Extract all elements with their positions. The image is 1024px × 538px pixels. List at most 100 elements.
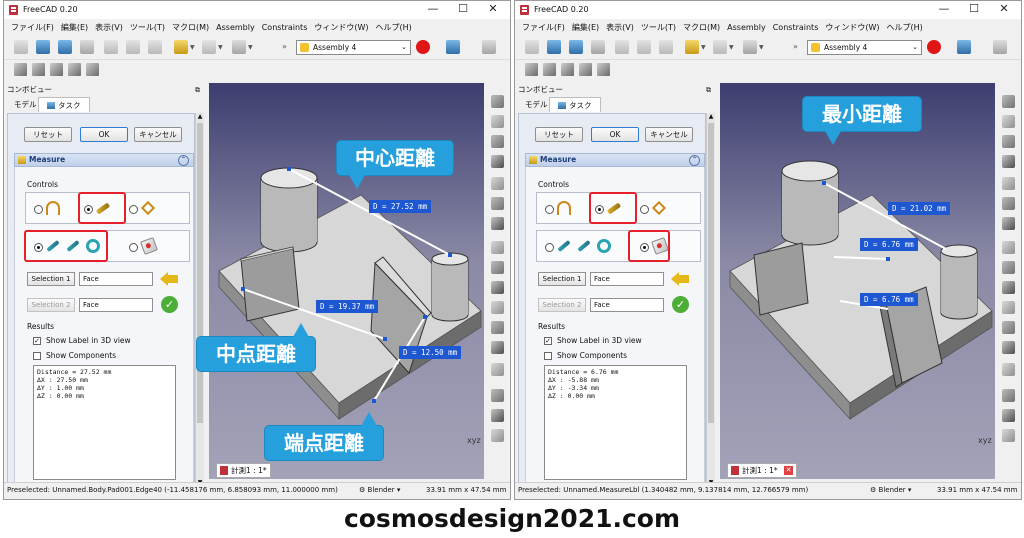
maximize-button[interactable]: ☐	[965, 2, 983, 15]
datum-icon[interactable]	[491, 241, 504, 254]
3d-viewport[interactable]: xyz D = 21.02 mm D = 6.76 mm D = 6.76 mm	[720, 83, 995, 479]
move-icon[interactable]	[1002, 321, 1015, 334]
selection2-field[interactable]: Face	[79, 298, 153, 312]
open-file-icon[interactable]	[36, 40, 50, 54]
record-macro-button[interactable]	[416, 40, 430, 54]
settings-icon[interactable]	[482, 40, 496, 54]
collapse-icon[interactable]: ⌃	[689, 155, 700, 166]
menu-window[interactable]: ウィンドウ(W)	[314, 21, 368, 35]
refresh-dropdown-icon[interactable]: ▼	[248, 44, 253, 51]
save-file-icon[interactable]	[569, 40, 583, 54]
paste-icon[interactable]	[148, 40, 162, 54]
macro-icon[interactable]	[446, 40, 460, 54]
show-label-checkbox[interactable]: ✓	[544, 337, 552, 345]
sketch-icon[interactable]	[491, 197, 504, 210]
copy-icon[interactable]	[126, 40, 140, 54]
folder-icon[interactable]	[1002, 155, 1015, 168]
selection1-field[interactable]: Face	[590, 272, 664, 286]
navigation-style[interactable]: ⚙ Blender ▾	[870, 483, 911, 498]
refresh-icon[interactable]	[232, 40, 246, 54]
cancel-button[interactable]: キャンセル	[645, 127, 693, 142]
plane-icon[interactable]	[1002, 261, 1015, 274]
close-tab-icon[interactable]: ✕	[784, 466, 793, 475]
print-icon[interactable]	[591, 40, 605, 54]
menu-constraints[interactable]: Constraints	[773, 21, 819, 35]
menu-edit[interactable]: 編集(E)	[572, 21, 599, 35]
navigation-style[interactable]: ⚙ Blender ▾	[359, 483, 400, 498]
menu-window[interactable]: ウィンドウ(W)	[825, 21, 879, 35]
menu-tools[interactable]: ツール(T)	[641, 21, 676, 35]
menu-file[interactable]: ファイル(F)	[11, 21, 54, 35]
maximize-button[interactable]: ☐	[454, 2, 472, 15]
pin-icon[interactable]	[1002, 217, 1015, 230]
plane-icon[interactable]	[491, 261, 504, 274]
cancel-button[interactable]: キャンセル	[134, 127, 182, 142]
redo-icon[interactable]	[713, 40, 727, 54]
variables-icon[interactable]	[491, 301, 504, 314]
view-fit-icon[interactable]	[525, 63, 538, 76]
show-components-checkbox[interactable]	[33, 352, 41, 360]
datum-icon[interactable]	[1002, 241, 1015, 254]
scroll-up-icon[interactable]: ▲	[196, 113, 204, 120]
toolbar-overflow-icon[interactable]: »	[282, 42, 287, 51]
workbench-selector[interactable]: Assembly 4 ⌄	[807, 40, 922, 55]
move-icon[interactable]	[491, 321, 504, 334]
part-box-icon[interactable]	[1002, 95, 1015, 108]
view-right-icon[interactable]	[579, 63, 592, 76]
undock-icon[interactable]: ⧉	[195, 83, 200, 97]
target-edge-radio[interactable]	[545, 243, 554, 252]
reset-button[interactable]: リセット	[24, 127, 72, 142]
selection1-field[interactable]: Face	[79, 272, 153, 286]
undock-icon[interactable]: ⧉	[706, 83, 711, 97]
sketch-icon[interactable]	[1002, 197, 1015, 210]
menu-help[interactable]: ヘルプ(H)	[887, 21, 923, 35]
save-file-icon[interactable]	[58, 40, 72, 54]
refresh-icon[interactable]	[743, 40, 757, 54]
lcs-icon[interactable]	[1002, 281, 1015, 294]
tab-task[interactable]: タスク	[549, 97, 601, 112]
task-scrollbar[interactable]: ▲▼	[706, 113, 715, 486]
collapse-icon[interactable]: ⌃	[178, 155, 189, 166]
view-top-icon[interactable]	[50, 63, 63, 76]
menu-assembly[interactable]: Assembly	[216, 21, 255, 35]
paste-icon[interactable]	[659, 40, 673, 54]
menu-tools[interactable]: ツール(T)	[130, 21, 165, 35]
target-label-radio[interactable]	[129, 243, 138, 252]
close-button[interactable]: ✕	[484, 2, 502, 15]
menu-help[interactable]: ヘルプ(H)	[376, 21, 412, 35]
selection2-button[interactable]: Selection 2	[538, 298, 586, 312]
menu-constraints[interactable]: Constraints	[262, 21, 308, 35]
cut-icon[interactable]	[104, 40, 118, 54]
copy-icon[interactable]	[637, 40, 651, 54]
animation-icon[interactable]	[491, 363, 504, 376]
undo-dropdown-icon[interactable]: ▼	[701, 44, 706, 51]
redo-icon[interactable]	[202, 40, 216, 54]
close-button[interactable]: ✕	[995, 2, 1013, 15]
scroll-thumb[interactable]	[197, 123, 203, 423]
view-fit-icon[interactable]	[14, 63, 27, 76]
part-cylinder-icon[interactable]	[491, 115, 504, 128]
mode-arc-radio[interactable]	[34, 205, 43, 214]
help-icon[interactable]	[491, 429, 504, 442]
view-front-icon[interactable]	[32, 63, 45, 76]
scroll-thumb[interactable]	[708, 123, 714, 423]
pin-icon[interactable]	[491, 217, 504, 230]
link-icon[interactable]	[1002, 177, 1015, 190]
document-tab[interactable]: 計測1 : 1*	[216, 463, 271, 478]
menu-view[interactable]: 表示(V)	[606, 21, 634, 35]
selection2-button[interactable]: Selection 2	[27, 298, 75, 312]
toolbar-overflow-icon[interactable]: »	[793, 42, 798, 51]
menu-view[interactable]: 表示(V)	[95, 21, 123, 35]
undo-dropdown-icon[interactable]: ▼	[190, 44, 195, 51]
lcs-icon[interactable]	[491, 281, 504, 294]
part-box-icon[interactable]	[491, 95, 504, 108]
workbench-selector[interactable]: Assembly 4 ⌄	[296, 40, 411, 55]
redo-dropdown-icon[interactable]: ▼	[218, 44, 223, 51]
variables-icon[interactable]	[1002, 301, 1015, 314]
menu-macro[interactable]: マクロ(M)	[172, 21, 209, 35]
menu-edit[interactable]: 編集(E)	[61, 21, 88, 35]
redo-dropdown-icon[interactable]: ▼	[729, 44, 734, 51]
view-iso-icon[interactable]	[597, 63, 610, 76]
explode-icon[interactable]	[1002, 341, 1015, 354]
show-label-checkbox[interactable]: ✓	[33, 337, 41, 345]
